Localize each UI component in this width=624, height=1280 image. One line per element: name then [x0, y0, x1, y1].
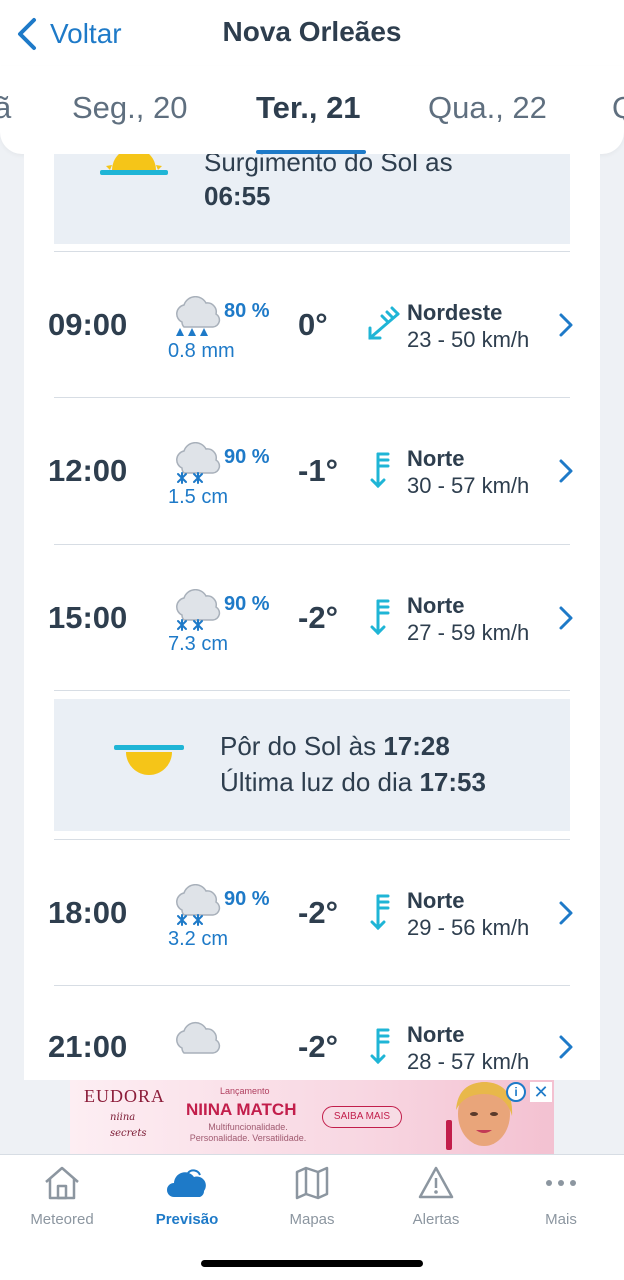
wind-north-icon [370, 452, 390, 489]
ad-brand-sub: niina [110, 1112, 136, 1123]
tab-prev-partial[interactable]: ã [0, 90, 11, 126]
row-time: 15:00 [48, 600, 128, 635]
sunrise-time: 06:55 [204, 181, 271, 211]
last-light-line: Última luz do dia 17:53 [220, 764, 486, 800]
sunset-panel: Pôr do Sol às 17:28 Última luz do dia 17… [54, 699, 570, 831]
wind-north-icon [370, 894, 390, 931]
precip-probability: 90 % [224, 593, 270, 615]
wind-direction: Norte [407, 446, 465, 471]
precip-probability: 80 % [224, 300, 270, 322]
sunrise-label: Surgimento do Sol as [204, 154, 453, 177]
nav-mais[interactable]: Mais [499, 1165, 623, 1241]
nav-label: Meteored [30, 1211, 94, 1228]
forecast-card: Surgimento do Sol as 06:55 09:00 80 % 0.… [24, 154, 600, 1080]
nav-mapas[interactable]: Mapas [250, 1165, 374, 1241]
precip-probability: 90 % [224, 446, 270, 468]
row-temperature: -2° [298, 1029, 338, 1064]
precip-amount: 1.5 cm [168, 486, 229, 508]
forecast-row[interactable]: 18:00 90 % 3.2 cm -2° Norte 29 - 56 km/h [24, 840, 600, 986]
row-temperature: -1° [298, 453, 338, 488]
precip-amount: 3.2 cm [168, 928, 229, 950]
wind-speed: 27 - 59 km/h [407, 620, 530, 645]
wind-speed: 28 - 57 km/h [407, 1049, 530, 1074]
wind-speed: 29 - 56 km/h [407, 915, 530, 940]
sunset-icon [114, 745, 184, 775]
nav-meteored[interactable]: Meteored [0, 1165, 124, 1241]
ad-title: NIINA MATCH [186, 1100, 297, 1119]
alert-icon [418, 1166, 454, 1199]
wind-direction: Norte [407, 1022, 465, 1047]
wind-direction: Nordeste [407, 300, 503, 325]
cloud-snow-icon [176, 589, 221, 631]
wind-speed: 23 - 50 km/h [407, 327, 530, 352]
row-time: 21:00 [48, 1029, 128, 1064]
chevron-right-icon[interactable] [556, 605, 576, 631]
row-time: 12:00 [48, 453, 128, 488]
page-title: Nova Orleães [222, 16, 402, 47]
forecast-row[interactable]: 09:00 80 % 0.8 mm 0° Nordeste 23 - 50 km… [24, 252, 600, 398]
nav-label: Alertas [412, 1211, 460, 1228]
sunset-time: 17:28 [383, 731, 450, 761]
tab-next-partial[interactable]: Q [612, 90, 624, 126]
sunrise-icon [100, 154, 168, 175]
ad-brand-sub2: secrets [110, 1128, 147, 1139]
sunset-line: Pôr do Sol às 17:28 [220, 728, 450, 764]
last-light-label: Última luz do dia [220, 767, 413, 797]
chevron-right-icon[interactable] [556, 458, 576, 484]
sunset-label: Pôr do Sol às [220, 731, 377, 761]
row-temperature: -2° [298, 600, 338, 635]
tab-qua-22[interactable]: Qua., 22 [428, 90, 547, 126]
row-time: 18:00 [48, 895, 128, 930]
day-tabs: ã Seg., 20 Ter., 21 Qua., 22 Q [0, 66, 624, 154]
precip-probability: 90 % [224, 888, 270, 910]
home-icon [45, 1166, 79, 1200]
ad-close-icon[interactable]: ✕ [530, 1082, 552, 1102]
precip-amount: 7.3 cm [168, 633, 229, 655]
nav-previsao[interactable]: Previsão [125, 1165, 249, 1241]
chevron-right-icon[interactable] [556, 900, 576, 926]
forecast-row[interactable]: 15:00 90 % 7.3 cm -2° Norte 27 - 59 km/h [24, 545, 600, 691]
ad-cta-button[interactable]: SAIBA MAIS [322, 1106, 402, 1128]
nav-label: Previsão [155, 1211, 219, 1228]
ad-brand: EUDORA [84, 1086, 165, 1106]
top-bar: Voltar Nova Orleães [0, 0, 624, 66]
ad-banner[interactable]: EUDORA niina secrets Lançamento NIINA MA… [70, 1080, 554, 1154]
more-icon [546, 1180, 576, 1186]
cloud-snow-icon [176, 442, 221, 484]
nav-alertas[interactable]: Alertas [374, 1165, 498, 1241]
chevron-right-icon[interactable] [556, 312, 576, 338]
cloud-snow-icon [176, 884, 221, 926]
chevron-right-icon[interactable] [556, 1034, 576, 1060]
row-temperature: -2° [298, 895, 338, 930]
home-indicator [201, 1260, 423, 1267]
wind-northeast-icon [368, 306, 400, 340]
forecast-row[interactable]: 21:00 -2° Norte 28 - 57 km/h [24, 974, 600, 1080]
cloud-icon [176, 1021, 221, 1054]
row-temperature: 0° [298, 307, 328, 342]
precip-amount: 0.8 mm [168, 340, 235, 362]
divider [54, 690, 570, 691]
cloud-rain-icon [176, 296, 221, 336]
ad-pre-title: Lançamento [220, 1086, 270, 1096]
forecast-row[interactable]: 12:00 90 % 1.5 cm -1° Norte 30 - 57 km/h [24, 398, 600, 544]
cloud-icon [167, 1169, 206, 1197]
wind-north-icon [370, 599, 390, 636]
ad-description: Multifuncionalidade. Personalidade. Vers… [189, 1122, 307, 1143]
tab-seg-20[interactable]: Seg., 20 [72, 90, 187, 126]
nav-label: Mais [545, 1211, 577, 1228]
sunrise-panel: Surgimento do Sol as 06:55 [54, 154, 570, 244]
wind-direction: Norte [407, 593, 465, 618]
map-icon [295, 1166, 329, 1200]
row-time: 09:00 [48, 307, 128, 342]
wind-speed: 30 - 57 km/h [407, 473, 530, 498]
wind-north-icon [370, 1028, 390, 1065]
nav-label: Mapas [289, 1211, 335, 1228]
wind-direction: Norte [407, 888, 465, 913]
ad-info-icon[interactable]: i [506, 1082, 526, 1102]
last-light-time: 17:53 [419, 767, 486, 797]
tab-ter-21[interactable]: Ter., 21 [256, 90, 361, 126]
